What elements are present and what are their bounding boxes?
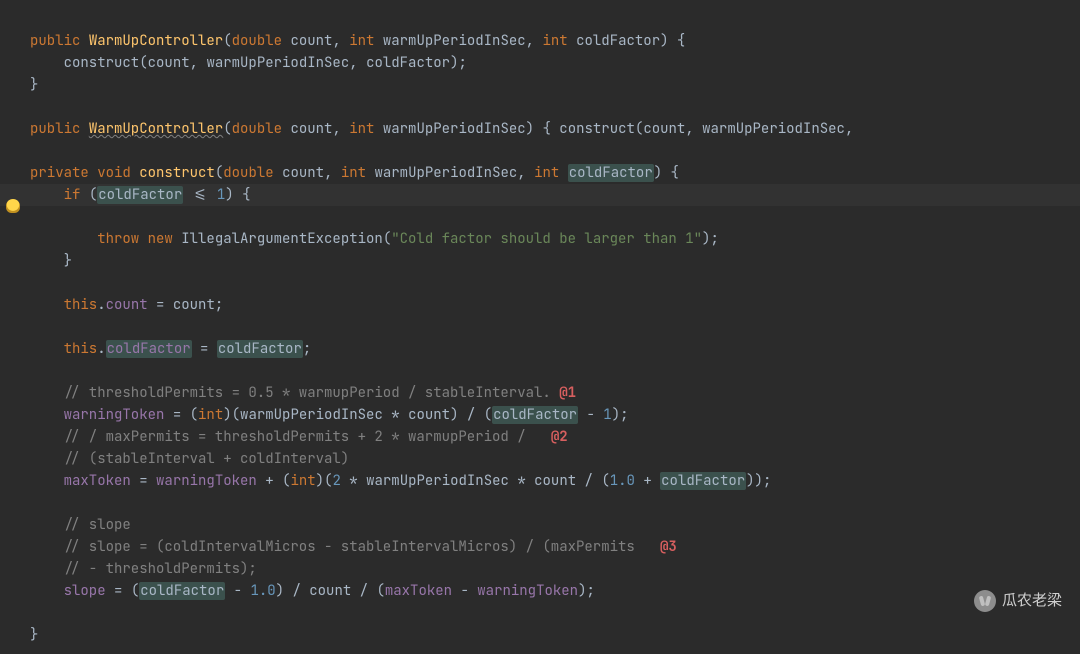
- field-slope: slope: [64, 582, 106, 600]
- var-coldfactor: coldFactor: [97, 186, 183, 204]
- current-line: if (coldFactor <= 1) {: [0, 184, 1080, 206]
- annotation-1: @1: [559, 384, 576, 402]
- var-count: count: [309, 582, 351, 600]
- var-count: count: [408, 406, 450, 424]
- param-coldfactor: coldFactor: [576, 32, 660, 50]
- arg: count: [148, 54, 190, 72]
- comment: // / maxPermits = thresholdPermits + 2 *…: [64, 428, 526, 446]
- keyword-this: this: [64, 340, 98, 358]
- type-int: int: [341, 164, 366, 182]
- field-warningtoken: warningToken: [477, 582, 578, 600]
- var-count: count: [173, 296, 215, 314]
- literal-one: 1: [217, 186, 225, 204]
- var-coldfactor: coldFactor: [660, 472, 746, 490]
- paren: (: [223, 32, 231, 50]
- method-call: construct: [559, 120, 635, 138]
- type-int: int: [542, 32, 567, 50]
- keyword-private: private: [30, 164, 89, 182]
- var-warmup: warmUpPeriodInSec: [366, 472, 509, 490]
- literal-two: 2: [332, 472, 340, 490]
- wechat-icon: [974, 590, 996, 612]
- exception-type: IllegalArgumentException: [181, 230, 383, 248]
- keyword-new: new: [148, 230, 173, 248]
- string-literal: "Cold factor should be larger than 1": [391, 230, 702, 248]
- literal-one: 1.0: [250, 582, 275, 600]
- comment: // thresholdPermits = 0.5 * warmupPeriod…: [64, 384, 551, 402]
- var-coldfactor: coldFactor: [492, 406, 578, 424]
- code-editor[interactable]: public WarmUpController(double count, in…: [0, 0, 1080, 654]
- arg: count: [643, 120, 685, 138]
- keyword-public: public: [30, 32, 80, 50]
- watermark-text: 瓜农老梁: [1002, 590, 1062, 612]
- param-coldfactor: coldFactor: [568, 164, 654, 182]
- type-int: int: [534, 164, 559, 182]
- annotation-3: @3: [660, 538, 677, 556]
- keyword-public: public: [30, 120, 80, 138]
- param-count: count: [282, 164, 324, 182]
- watermark: 瓜农老梁: [974, 590, 1062, 612]
- constructor-name-unused: WarmUpController: [89, 120, 223, 138]
- method-construct: construct: [139, 164, 215, 182]
- comment: // (stableInterval + coldInterval): [64, 450, 350, 468]
- literal-one: 1.0: [610, 472, 635, 490]
- field-count: count: [106, 296, 148, 314]
- type-double: double: [232, 120, 282, 138]
- field-warningtoken: warningToken: [156, 472, 257, 490]
- arg: warmUpPeriodInSec: [702, 120, 845, 138]
- type-double: double: [223, 164, 273, 182]
- literal-one: 1: [603, 406, 611, 424]
- field-warningtoken: warningToken: [64, 406, 165, 424]
- intention-bulb-icon[interactable]: [6, 199, 20, 213]
- param-count: count: [290, 32, 332, 50]
- cast-int: int: [198, 406, 223, 424]
- cast-int: int: [290, 472, 315, 490]
- comment: // slope = (coldIntervalMicros - stableI…: [64, 538, 635, 556]
- arg: warmUpPeriodInSec: [206, 54, 349, 72]
- param-warmup: warmUpPeriodInSec: [374, 164, 517, 182]
- var-count: count: [534, 472, 576, 490]
- type-double: double: [232, 32, 282, 50]
- param-warmup: warmUpPeriodInSec: [383, 120, 526, 138]
- field-maxtoken: maxToken: [385, 582, 452, 600]
- keyword-if: if: [64, 186, 81, 204]
- method-call: construct: [64, 54, 140, 72]
- type-int: int: [349, 32, 374, 50]
- constructor-name: WarmUpController: [89, 32, 223, 50]
- var-coldfactor: coldFactor: [139, 582, 225, 600]
- comment: // - thresholdPermits);: [64, 560, 257, 578]
- var-warmup: warmUpPeriodInSec: [240, 406, 383, 424]
- var-coldfactor: coldFactor: [217, 340, 303, 358]
- annotation-2: @2: [551, 428, 568, 446]
- field-coldfactor: coldFactor: [106, 340, 192, 358]
- type-int: int: [349, 120, 374, 138]
- arg: coldFactor: [366, 54, 450, 72]
- comment: // slope: [64, 516, 131, 534]
- operator-lte: <=: [192, 186, 209, 204]
- keyword-this: this: [64, 296, 98, 314]
- param-count: count: [290, 120, 332, 138]
- keyword-void: void: [97, 164, 131, 182]
- field-maxtoken: maxToken: [64, 472, 131, 490]
- param-warmup: warmUpPeriodInSec: [383, 32, 526, 50]
- keyword-throw: throw: [97, 230, 139, 248]
